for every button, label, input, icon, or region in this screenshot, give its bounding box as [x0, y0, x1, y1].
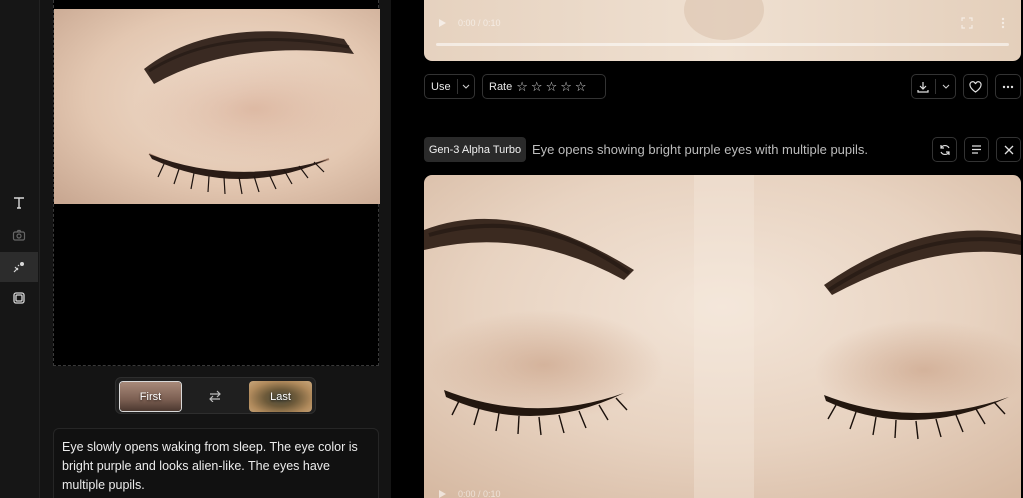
- star-1[interactable]: ☆: [516, 80, 528, 93]
- chevron-down-icon: [462, 84, 470, 89]
- motion-brush-icon: [13, 262, 24, 273]
- previous-video-time: 0:00 / 0:10: [458, 18, 501, 28]
- text-tool-icon: [14, 197, 24, 209]
- details-button[interactable]: [964, 137, 989, 162]
- previous-video-progress[interactable]: [436, 43, 1009, 46]
- use-button[interactable]: Use: [424, 74, 475, 99]
- camera-tool-button[interactable]: [0, 220, 38, 250]
- text-lines-icon: [972, 145, 981, 154]
- generation-header: Gen-3 Alpha Turbo Eye opens showing brig…: [424, 137, 1021, 163]
- star-5[interactable]: ☆: [575, 80, 587, 93]
- keyframe-selector: First Last: [115, 377, 316, 414]
- favorite-button[interactable]: [963, 74, 988, 99]
- camera-icon: [12, 229, 26, 241]
- play-icon[interactable]: [438, 18, 447, 28]
- use-dropdown[interactable]: [458, 84, 474, 89]
- generated-video-frame: [424, 175, 1021, 498]
- text-tool-button[interactable]: [0, 188, 38, 218]
- tool-rail: [0, 0, 40, 498]
- heart-icon: [969, 80, 982, 93]
- fullscreen-icon[interactable]: [961, 17, 973, 29]
- first-frame-button[interactable]: First: [119, 381, 182, 412]
- last-frame-button[interactable]: Last: [249, 381, 312, 412]
- first-frame-image: [54, 9, 380, 204]
- rating-stars: ☆ ☆ ☆ ☆ ☆: [516, 80, 586, 93]
- chevron-down-icon: [942, 84, 950, 89]
- previous-video-player[interactable]: 0:00 / 0:10: [424, 0, 1021, 61]
- previous-video-controls: 0:00 / 0:10: [424, 0, 1021, 61]
- video-action-row: Use Rate ☆ ☆ ☆ ☆ ☆: [424, 74, 1021, 100]
- download-button[interactable]: [911, 74, 956, 99]
- output-panel: 0:00 / 0:10 Use Rate ☆ ☆ ☆ ☆ ☆ Gen-3 Alp…: [391, 0, 1023, 498]
- model-badge: Gen-3 Alpha Turbo: [424, 137, 526, 162]
- prompt-textarea[interactable]: Eye slowly opens waking from sleep. The …: [53, 428, 379, 498]
- refresh-icon: [939, 144, 950, 155]
- layers-icon: [13, 292, 25, 304]
- close-button[interactable]: [996, 137, 1021, 162]
- image-upload-frame[interactable]: [53, 0, 380, 366]
- swap-arrows-icon: [209, 390, 221, 402]
- download-icon: [917, 81, 929, 93]
- generated-video-player[interactable]: 0:00 / 0:10: [424, 175, 1021, 498]
- download-divider: [935, 79, 936, 94]
- star-2[interactable]: ☆: [531, 80, 543, 93]
- play-icon[interactable]: [438, 489, 447, 498]
- first-frame-label: First: [139, 390, 162, 403]
- close-icon: [1004, 145, 1013, 154]
- use-label: Use: [431, 80, 451, 93]
- generated-video-time: 0:00 / 0:10: [458, 489, 501, 498]
- swap-frames-button[interactable]: [205, 387, 225, 405]
- rate-control: Rate ☆ ☆ ☆ ☆ ☆: [482, 74, 606, 99]
- regenerate-button[interactable]: [932, 137, 957, 162]
- star-3[interactable]: ☆: [546, 80, 558, 93]
- last-frame-label: Last: [270, 390, 291, 403]
- prompt-text: Eye slowly opens waking from sleep. The …: [62, 440, 358, 492]
- input-panel: First Last Eye slowly opens waking from …: [40, 0, 391, 498]
- motion-brush-tool-button[interactable]: [0, 252, 38, 282]
- more-options-button[interactable]: [995, 74, 1021, 99]
- more-horizontal-icon: [1002, 85, 1014, 88]
- star-4[interactable]: ☆: [560, 80, 572, 93]
- video-more-icon[interactable]: [1001, 17, 1005, 29]
- layers-tool-button[interactable]: [0, 283, 38, 313]
- generation-prompt: Eye opens showing bright purple eyes wit…: [532, 142, 869, 157]
- rate-label: Rate: [489, 80, 513, 93]
